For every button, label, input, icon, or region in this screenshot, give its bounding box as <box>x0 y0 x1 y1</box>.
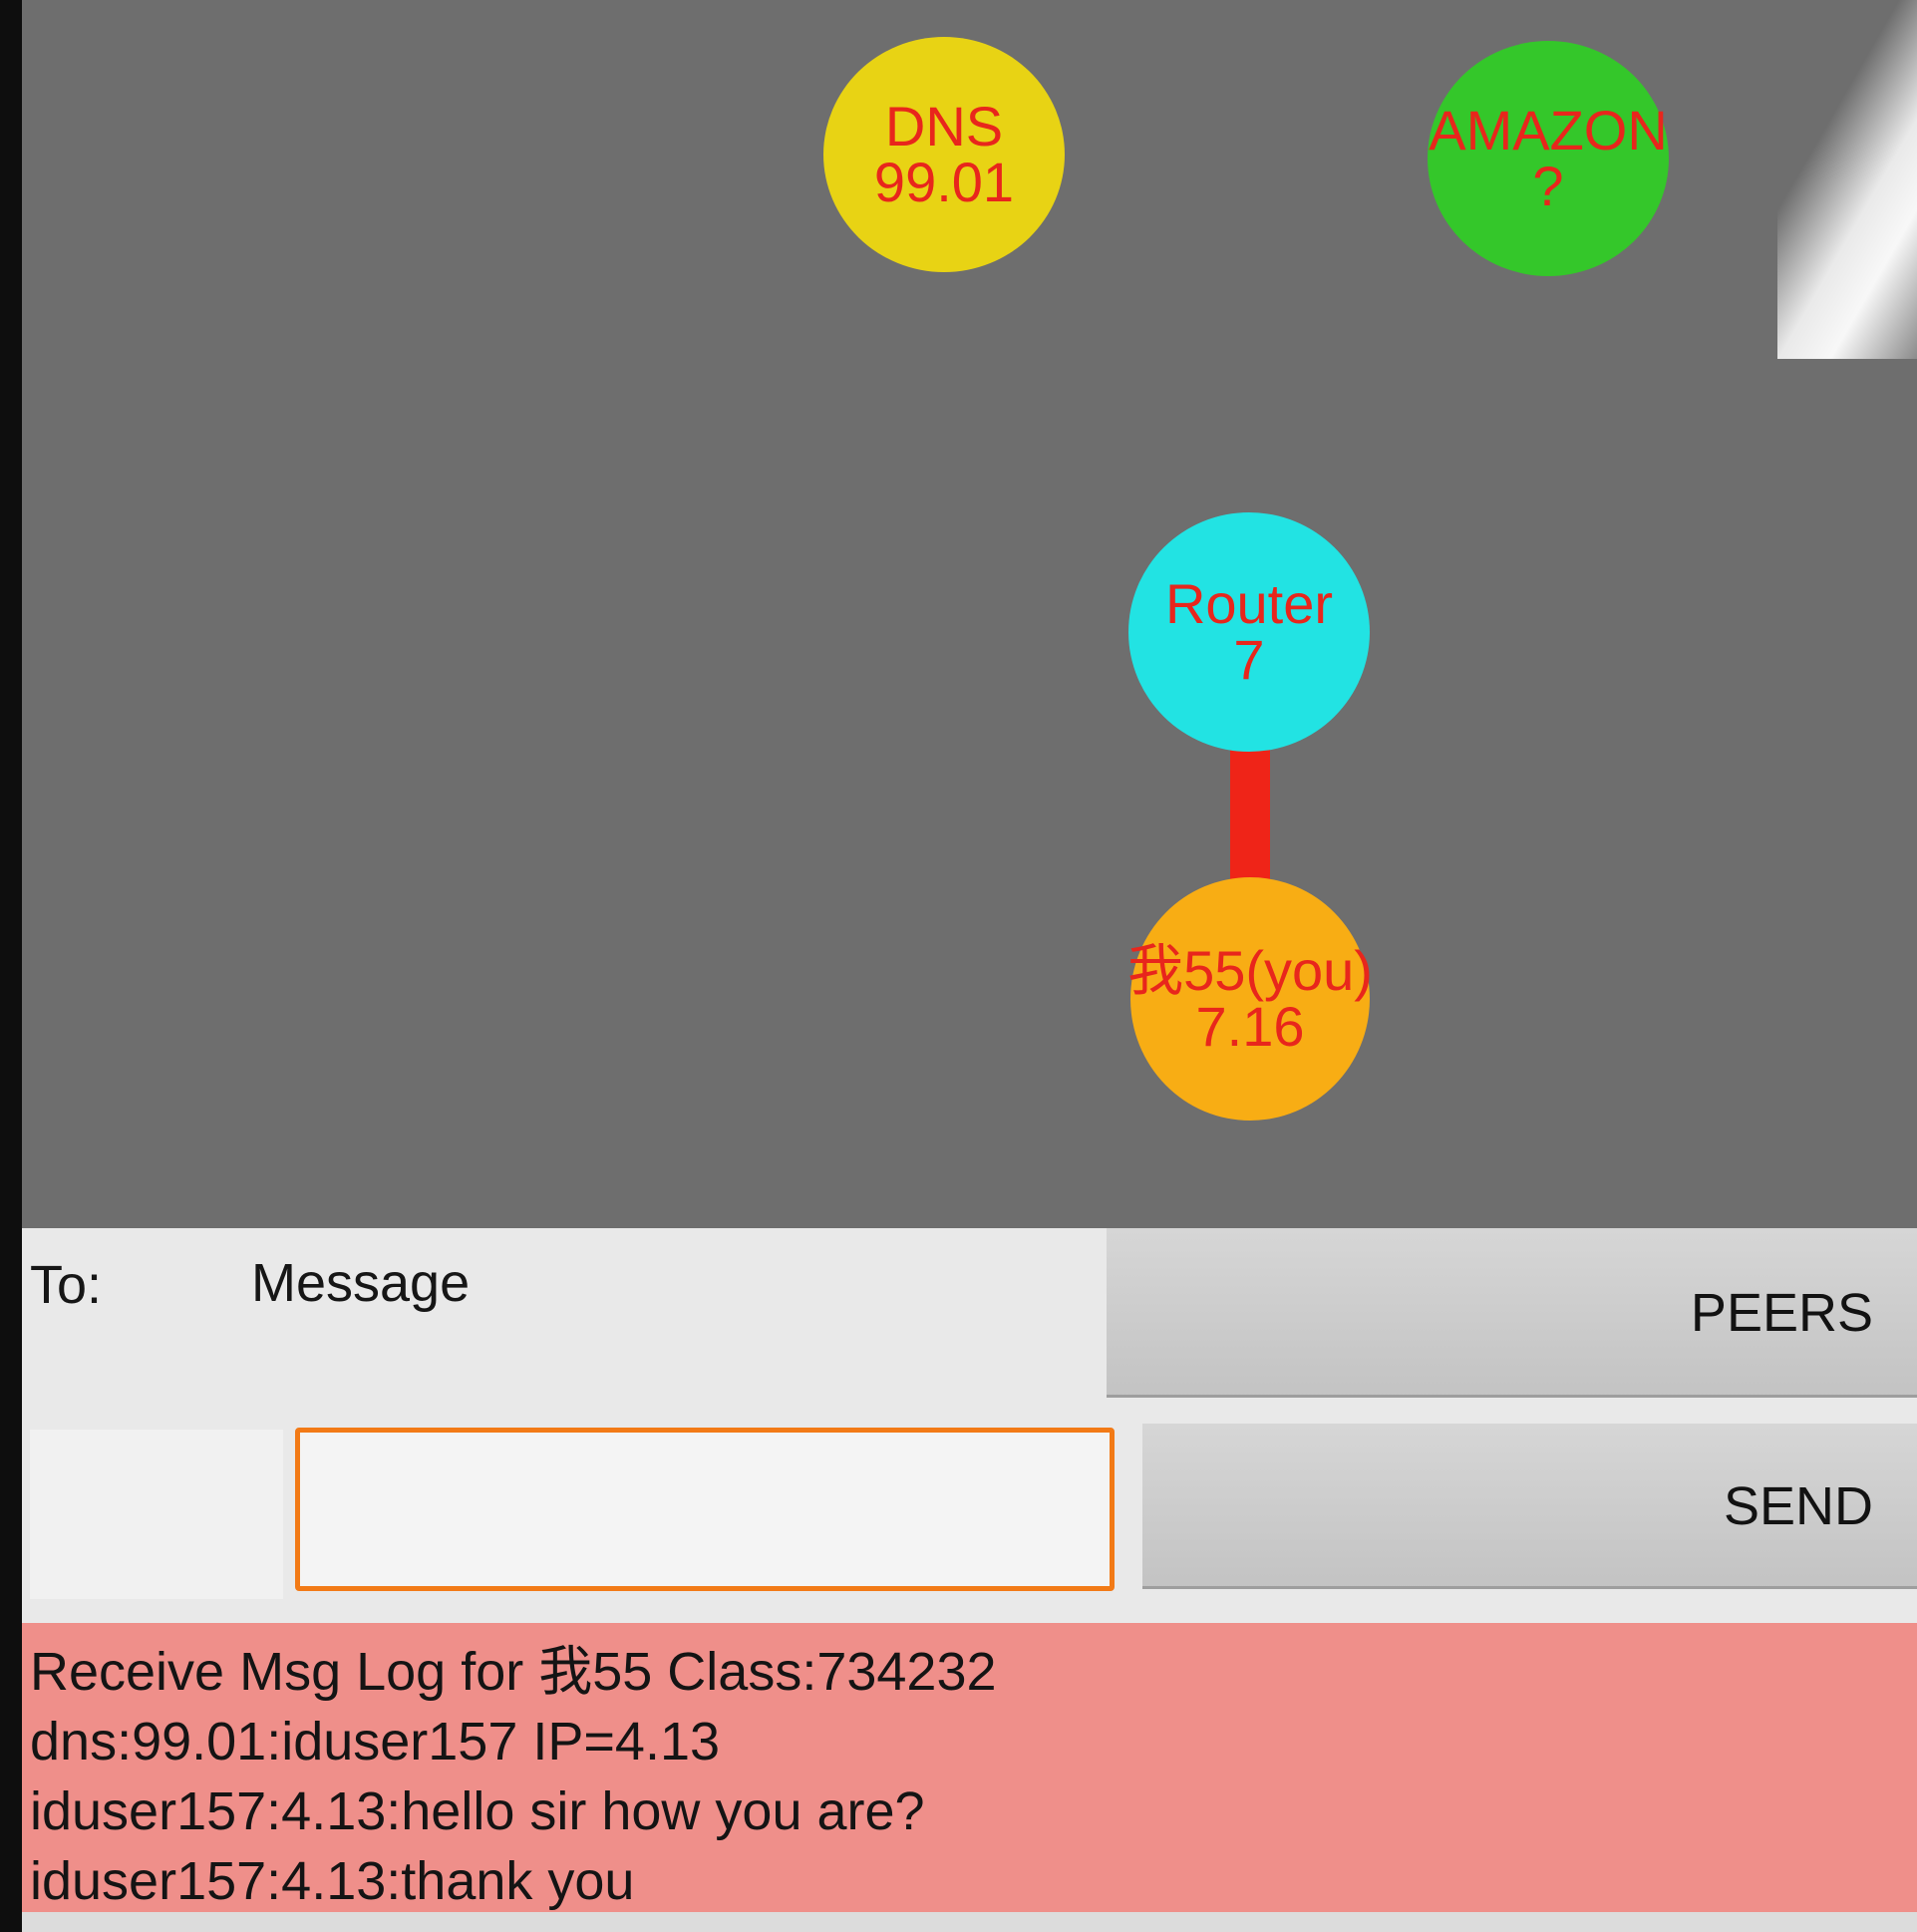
node-router-value: 7 <box>1233 628 1265 691</box>
node-amazon[interactable]: AMAZON ? <box>1428 41 1669 276</box>
node-you-label: 我55(you) <box>1127 939 1373 1002</box>
recipient-input[interactable] <box>30 1430 283 1599</box>
node-you-value: 7.16 <box>1195 995 1305 1058</box>
app-screen: DNS 99.01 AMAZON ? Router 7 我55(you) 7.1… <box>0 0 1917 1932</box>
node-you[interactable]: 我55(you) 7.16 <box>1127 877 1373 1121</box>
peers-button[interactable]: PEERS <box>1107 1228 1917 1398</box>
node-router[interactable]: Router 7 <box>1128 512 1370 752</box>
node-amazon-value: ? <box>1532 155 1564 217</box>
node-dns[interactable]: DNS 99.01 <box>823 37 1065 272</box>
node-router-label: Router <box>1164 572 1334 635</box>
node-amazon-label: AMAZON <box>1429 99 1668 161</box>
link-router-to-you <box>1230 750 1270 883</box>
node-dns-value: 99.01 <box>873 151 1015 213</box>
device-bezel <box>0 0 22 1932</box>
message-input[interactable] <box>295 1428 1115 1591</box>
message-label: Message <box>251 1253 471 1313</box>
log-line: iduser157:4.13:thank you <box>30 1851 635 1911</box>
log-line: Receive Msg Log for 我55 Class:734232 <box>30 1642 997 1702</box>
send-button[interactable]: SEND <box>1142 1424 1917 1589</box>
to-label: To: <box>30 1255 103 1315</box>
message-log[interactable]: Receive Msg Log for 我55 Class:734232 dns… <box>22 1623 1917 1912</box>
log-line: iduser157:4.13:hello sir how you are? <box>30 1781 925 1841</box>
node-dns-label: DNS <box>884 95 1004 158</box>
bottom-edge <box>22 1912 1917 1932</box>
log-line: dns:99.01:iduser157 IP=4.13 <box>30 1712 721 1771</box>
